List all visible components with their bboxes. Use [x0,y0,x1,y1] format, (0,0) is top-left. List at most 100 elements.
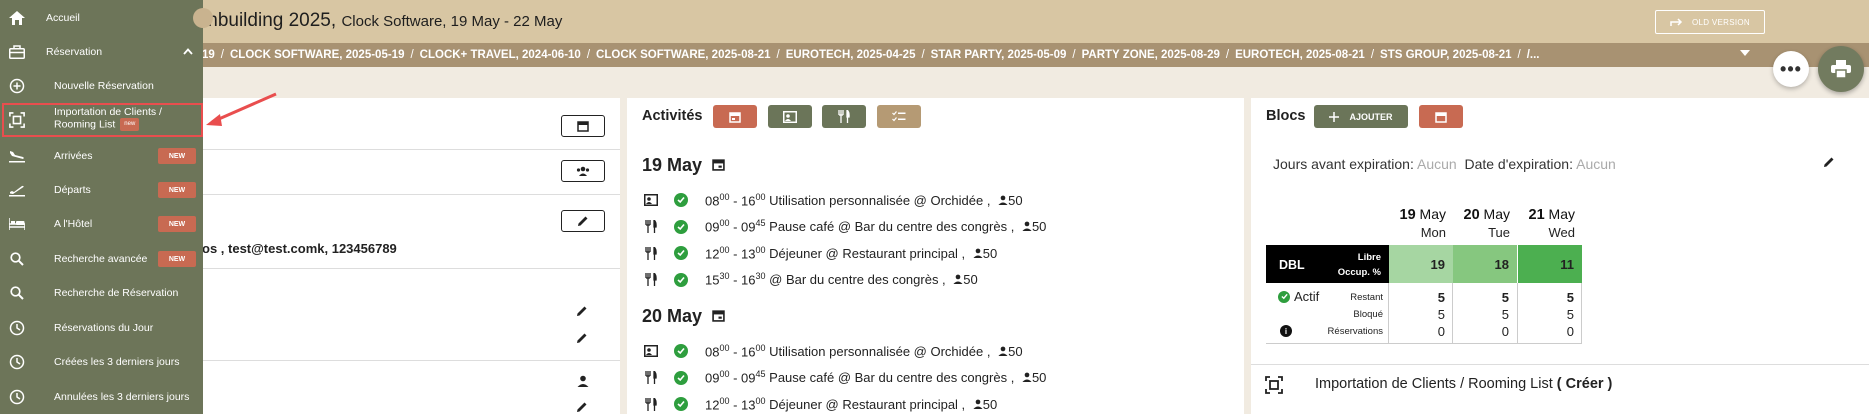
event-title: mbuilding 2025, [202,10,337,31]
chevron-down-icon[interactable] [1740,50,1750,56]
availability-cell[interactable]: 11 [1518,245,1582,283]
check-icon [674,246,688,260]
pencil-icon [1824,157,1834,167]
breadcrumb-item[interactable]: CLOCK SOFTWARE, 2025-05-19 [230,49,404,61]
activity-row[interactable]: 1200 - 1300 Déjeuner @ Restaurant princi… [642,243,997,263]
expiry-days-value: Aucun [1416,156,1457,172]
sidebar-item-12[interactable]: Annulées les 3 derniers jours [0,388,203,406]
person-icon [998,344,1008,359]
stat-value[interactable]: 5 [1389,290,1453,305]
badge-icon [642,345,660,357]
stat-value[interactable]: 5 [1518,307,1582,322]
activity-row[interactable]: 0800 - 1600 Utilisation personnalisée @ … [642,341,1023,361]
stat-value[interactable]: 0 [1453,324,1517,339]
availability-cell[interactable]: 18 [1453,245,1517,283]
breadcrumb-separator: / [586,49,591,61]
breadcrumb-item[interactable]: CLOCK+ TRAVEL, 2024-06-10 [420,49,581,61]
bloc-calendar-button[interactable] [1419,105,1463,128]
calendar-button[interactable] [561,115,605,137]
calendar-icon[interactable] [712,155,725,176]
edit-contact-button[interactable] [561,210,605,232]
stat-value[interactable]: 0 [1518,324,1582,339]
breadcrumb-item[interactable]: CLOCK SOFTWARE, 2025-08-21 [596,49,770,61]
sidebar-item-label: Arrivées [54,150,93,162]
stat-value[interactable]: 5 [1453,290,1517,305]
stat-value[interactable]: 0 [1389,324,1453,339]
info-icon[interactable]: i [1280,325,1292,337]
bloc-day-header: 20 May Tue [1463,206,1510,240]
new-badge: NEW [158,251,196,267]
check-icon [674,344,688,358]
old-version-button[interactable]: OLD VERSION [1655,10,1765,34]
stat-value[interactable]: 5 [1518,290,1582,305]
pencil-icon[interactable] [576,305,588,317]
activity-time: 1530 - 1630 [705,271,766,288]
person-icon [973,397,983,412]
add-bloc-button[interactable]: AJOUTER [1314,105,1408,128]
restaurant-icon [642,220,660,233]
breadcrumb-item[interactable]: STS GROUP, 2025-08-21 [1380,49,1511,61]
sidebar-item-3[interactable]: Nouvelle Réservation [0,77,203,95]
sidebar-item-label: Créées les 3 derniers jours [54,356,180,368]
sidebar-item-9[interactable]: Recherche de Réservation [0,284,203,302]
pencil-icon[interactable] [576,401,588,413]
sidebar-item-1[interactable]: Accueil [0,9,203,27]
breadcrumb-item[interactable]: EUROTECH, 2025-04-25 [786,49,916,61]
activity-badge-button[interactable] [768,105,812,128]
restaurant-icon [642,397,660,411]
sidebar-item-7[interactable]: A l'Hôtel NEW [0,215,203,233]
stat-label: Bloqué [1353,309,1383,320]
pax-count: 50 [1018,370,1046,385]
activity-time: 0900 - 0945 [705,369,766,386]
print-button[interactable] [1818,46,1864,92]
contact-info: os , test@test.comk, 123456789 [202,241,397,256]
sidebar-item-5[interactable]: Arrivées NEW [0,147,203,165]
sidebar-item-label: Départs [54,184,91,196]
sidebar-item-6[interactable]: Départs NEW [0,181,203,199]
printer-icon [1831,60,1851,78]
activity-row[interactable]: 0800 - 1600 Utilisation personnalisée @ … [642,190,1023,210]
sidebar-item-label: A l'Hôtel [54,218,93,230]
sidebar-toggle-button[interactable] [193,8,213,28]
check-icon [674,397,688,411]
grid-line [1266,343,1582,344]
activity-restaurant-button[interactable] [822,105,866,128]
page-title: mbuilding 2025, Clock Software, 19 May -… [202,10,562,32]
breadcrumb-item[interactable]: PARTY ZONE, 2025-08-29 [1082,49,1220,61]
breadcrumb-item[interactable]: 19 [202,49,215,61]
sidebar-item-2[interactable]: Réservation [0,43,203,61]
stat-value[interactable]: 5 [1389,307,1453,322]
breadcrumb-item[interactable]: /... [1527,49,1540,61]
activity-row[interactable]: 1530 - 1630 @ Bar du centre des congrès … [642,270,978,290]
group-button[interactable] [561,160,605,182]
activity-calendar-button[interactable] [713,105,757,128]
sidebar-item-11[interactable]: Créées les 3 derniers jours [0,353,203,371]
availability-cell[interactable]: 19 [1389,245,1453,283]
clock-icon [8,353,26,371]
breadcrumb-item[interactable]: STAR PARTY, 2025-05-09 [931,49,1067,61]
add-bloc-label: AJOUTER [1349,111,1393,122]
chevron-up-icon[interactable] [183,48,193,55]
breadcrumb-separator: / [1370,49,1375,61]
activity-checklist-button[interactable] [877,105,921,128]
breadcrumb-item[interactable]: EUROTECH, 2025-08-21 [1235,49,1365,61]
sidebar-item-label: Recherche avancée [54,253,148,265]
activity-row[interactable]: 0900 - 0945 Pause café @ Bar du centre d… [642,217,1046,237]
activity-row[interactable]: 0900 - 0945 Pause café @ Bar du centre d… [642,368,1046,388]
person-icon[interactable] [577,375,589,387]
restaurant-icon [642,371,660,384]
sidebar-item-8[interactable]: Recherche avancée NEW [0,250,203,268]
check-icon [674,370,688,385]
edit-expiry-button[interactable] [1823,156,1835,171]
pencil-icon[interactable] [576,332,588,344]
bloc-day-header: 19 May Mon [1399,206,1446,240]
more-options-button[interactable]: ••• [1773,51,1809,87]
calendar-icon[interactable] [712,306,725,327]
stat-value[interactable]: 5 [1453,307,1517,322]
import-rooming-list-link[interactable]: Importation de Clients / Rooming List ( … [1315,376,1612,392]
calendar-icon [729,111,741,123]
activity-row[interactable]: 1200 - 1300 Déjeuner @ Restaurant princi… [642,394,997,414]
sidebar-item-label: Réservation [46,46,103,58]
sidebar-item-10[interactable]: Réservations du Jour [0,319,203,337]
create-link[interactable]: ( Créer ) [1557,376,1613,392]
